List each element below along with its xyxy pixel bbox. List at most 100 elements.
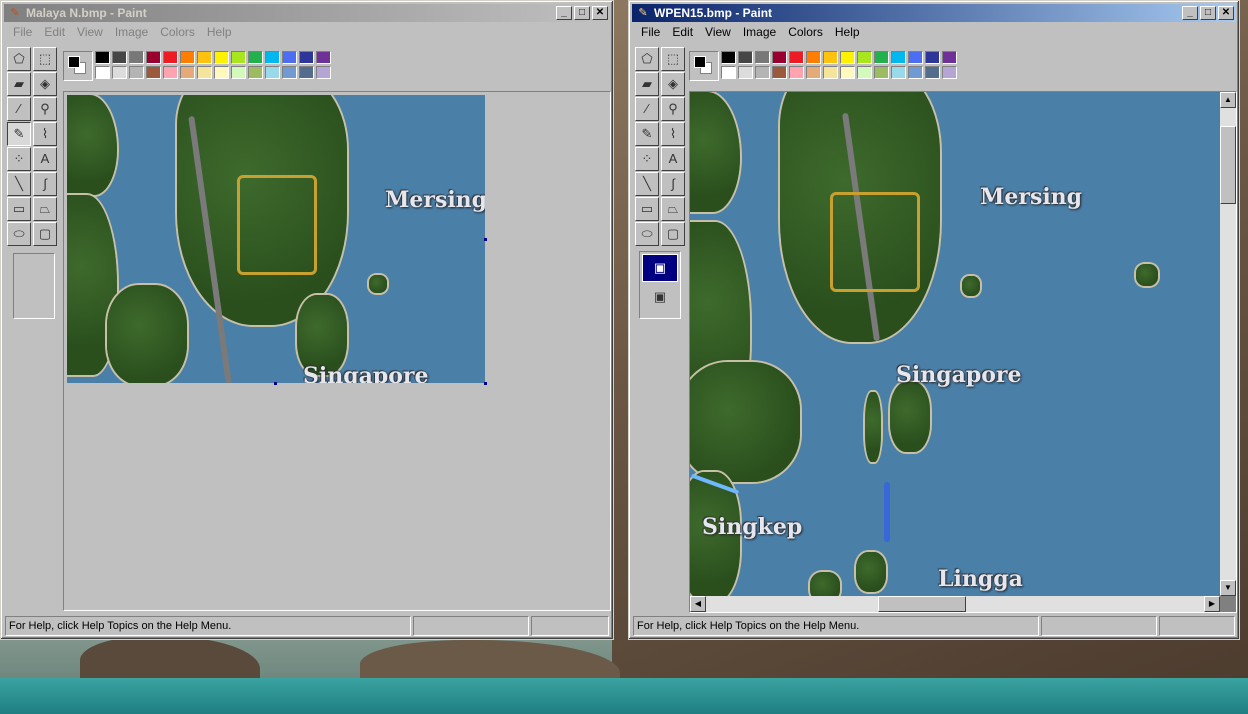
menu-view[interactable]: View [71,25,109,39]
airbrush-tool-button[interactable]: ⁘ [635,147,659,171]
color-swatch[interactable] [146,51,161,64]
canvas-area[interactable]: Mersing Singapore Singkep Lingga ▲ ▼ ◀ ▶ [689,91,1237,613]
color-swatch[interactable] [908,66,923,79]
vertical-scroll-thumb[interactable] [1220,126,1236,204]
color-swatch[interactable] [214,66,229,79]
scroll-right-button[interactable]: ▶ [1204,596,1220,612]
rectangle-tool-button[interactable]: ▭ [7,197,31,221]
free-select-tool-button[interactable]: ⬠ [635,47,659,71]
color-swatch[interactable] [197,51,212,64]
tool-options-box[interactable]: ▣ ▣ [639,251,681,319]
close-button[interactable]: ✕ [592,6,608,20]
color-swatch[interactable] [925,66,940,79]
color-swatch[interactable] [891,66,906,79]
color-swatch[interactable] [823,51,838,64]
color-swatch[interactable] [316,51,331,64]
color-swatch[interactable] [248,51,263,64]
paint-window-left[interactable]: ✎ Malaya N.bmp - Paint _ □ ✕ File Edit V… [0,0,614,640]
color-swatch[interactable] [874,66,889,79]
color-swatch[interactable] [755,66,770,79]
color-swatch[interactable] [282,66,297,79]
color-swatch[interactable] [129,66,144,79]
color-swatch[interactable] [942,66,957,79]
brush-tool-button[interactable]: ⌇ [33,122,57,146]
curve-tool-button[interactable]: ∫ [33,172,57,196]
vertical-scrollbar[interactable]: ▲ ▼ [1220,92,1236,596]
resize-handle-right[interactable] [484,238,487,241]
resize-handle-bottom[interactable] [274,382,277,385]
color-swatch[interactable] [874,51,889,64]
color-swatch[interactable] [789,51,804,64]
menu-image[interactable]: Image [737,25,782,39]
color-swatch[interactable] [180,51,195,64]
polygon-tool-button[interactable]: ⏢ [661,197,685,221]
color-swatch[interactable] [772,51,787,64]
fill-tool-button[interactable]: ◈ [661,72,685,96]
color-swatch[interactable] [823,66,838,79]
color-swatch[interactable] [214,51,229,64]
color-swatch[interactable] [180,66,195,79]
ellipse-tool-button[interactable]: ⬭ [7,222,31,246]
text-tool-button[interactable]: A [33,147,57,171]
color-swatch[interactable] [163,51,178,64]
color-swatch[interactable] [299,51,314,64]
color-swatch[interactable] [146,66,161,79]
color-swatch[interactable] [721,51,736,64]
pick-color-tool-button[interactable]: ⁄ [635,97,659,121]
color-swatch[interactable] [112,66,127,79]
canvas-area[interactable]: Mersing Singapore [63,91,611,611]
color-swatch[interactable] [925,51,940,64]
line-tool-button[interactable]: ╲ [635,172,659,196]
minimize-button[interactable]: _ [556,6,572,20]
curve-tool-button[interactable]: ∫ [661,172,685,196]
horizontal-scrollbar[interactable]: ◀ ▶ [690,596,1220,612]
menu-image[interactable]: Image [109,25,154,39]
brush-tool-button[interactable]: ⌇ [661,122,685,146]
resize-handle-corner[interactable] [484,382,487,385]
close-button[interactable]: ✕ [1218,6,1234,20]
pencil-tool-button[interactable]: ✎ [635,122,659,146]
color-swatch[interactable] [299,66,314,79]
color-swatch[interactable] [789,66,804,79]
color-swatch[interactable] [163,66,178,79]
magnifier-tool-button[interactable]: ⚲ [33,97,57,121]
color-swatch[interactable] [265,51,280,64]
color-swatch[interactable] [282,51,297,64]
scroll-up-button[interactable]: ▲ [1220,92,1236,108]
color-swatch[interactable] [129,51,144,64]
color-swatch[interactable] [942,51,957,64]
color-swatch[interactable] [755,51,770,64]
paint-window-right[interactable]: ✎ WPEN15.bmp - Paint _ □ ✕ File Edit Vie… [628,0,1240,640]
maximize-button[interactable]: □ [574,6,590,20]
rounded-rect-tool-button[interactable]: ▢ [661,222,685,246]
title-bar[interactable]: ✎ WPEN15.bmp - Paint _ □ ✕ [632,4,1236,22]
eraser-tool-button[interactable]: ▰ [635,72,659,96]
select-tool-button[interactable]: ⬚ [33,47,57,71]
pick-color-tool-button[interactable]: ⁄ [7,97,31,121]
eraser-tool-button[interactable]: ▰ [7,72,31,96]
menu-colors[interactable]: Colors [782,25,829,39]
title-bar[interactable]: ✎ Malaya N.bmp - Paint _ □ ✕ [4,4,610,22]
color-swatch[interactable] [840,51,855,64]
color-swatch[interactable] [857,66,872,79]
scroll-left-button[interactable]: ◀ [690,596,706,612]
opaque-selection-option[interactable]: ▣ [642,254,678,282]
color-swatch[interactable] [231,51,246,64]
color-swatch[interactable] [95,51,110,64]
map-image[interactable]: Mersing Singapore [67,95,485,383]
color-swatch[interactable] [840,66,855,79]
menu-help[interactable]: Help [829,25,866,39]
pencil-tool-button[interactable]: ✎ [7,122,31,146]
color-swatch[interactable] [721,66,736,79]
maximize-button[interactable]: □ [1200,6,1216,20]
polygon-tool-button[interactable]: ⏢ [33,197,57,221]
menu-edit[interactable]: Edit [666,25,699,39]
tool-options-box[interactable] [13,253,55,319]
free-select-tool-button[interactable]: ⬠ [7,47,31,71]
color-swatch[interactable] [891,51,906,64]
color-swatch[interactable] [738,51,753,64]
rounded-rect-tool-button[interactable]: ▢ [33,222,57,246]
airbrush-tool-button[interactable]: ⁘ [7,147,31,171]
color-swatch[interactable] [316,66,331,79]
color-swatch[interactable] [908,51,923,64]
